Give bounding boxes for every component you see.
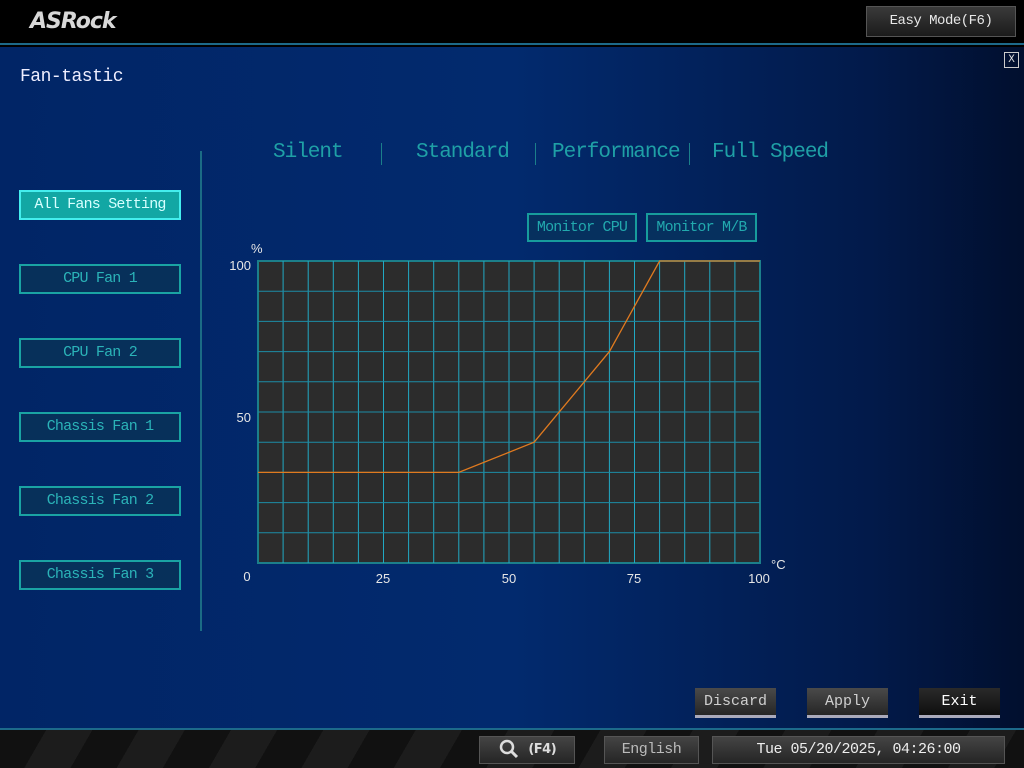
main-panel: Fan-tastic X All Fans Setting CPU Fan 1 …: [0, 47, 1024, 728]
y-axis-label: %: [251, 241, 263, 256]
y-tick-100: 100: [229, 258, 251, 273]
x-axis-label: °C: [771, 557, 786, 572]
exit-button[interactable]: Exit: [919, 688, 1000, 718]
x-tick-0: 0: [243, 569, 250, 584]
x-tick-50: 50: [502, 571, 516, 586]
easy-mode-button[interactable]: Easy Mode(F6): [866, 6, 1016, 37]
search-shortcut: (F4): [528, 742, 557, 757]
discard-button[interactable]: Discard: [695, 688, 776, 718]
asrock-logo: ASRock: [30, 9, 117, 34]
language-button[interactable]: English: [604, 736, 699, 764]
top-bar: ASRock Easy Mode(F6): [0, 0, 1024, 45]
search-icon: [499, 739, 518, 759]
y-tick-50: 50: [237, 410, 251, 425]
datetime-display: Tue 05/20/2025, 04:26:00: [712, 736, 1005, 764]
x-tick-25: 25: [376, 571, 390, 586]
fan-curve-chart[interactable]: % °C 100 50 0 25 50 75 100: [0, 47, 1024, 728]
apply-button[interactable]: Apply: [807, 688, 888, 718]
search-button[interactable]: (F4): [479, 736, 575, 764]
x-tick-75: 75: [627, 571, 641, 586]
bottom-bar: (F4) English Tue 05/20/2025, 04:26:00: [0, 728, 1024, 768]
x-tick-100: 100: [748, 571, 770, 586]
